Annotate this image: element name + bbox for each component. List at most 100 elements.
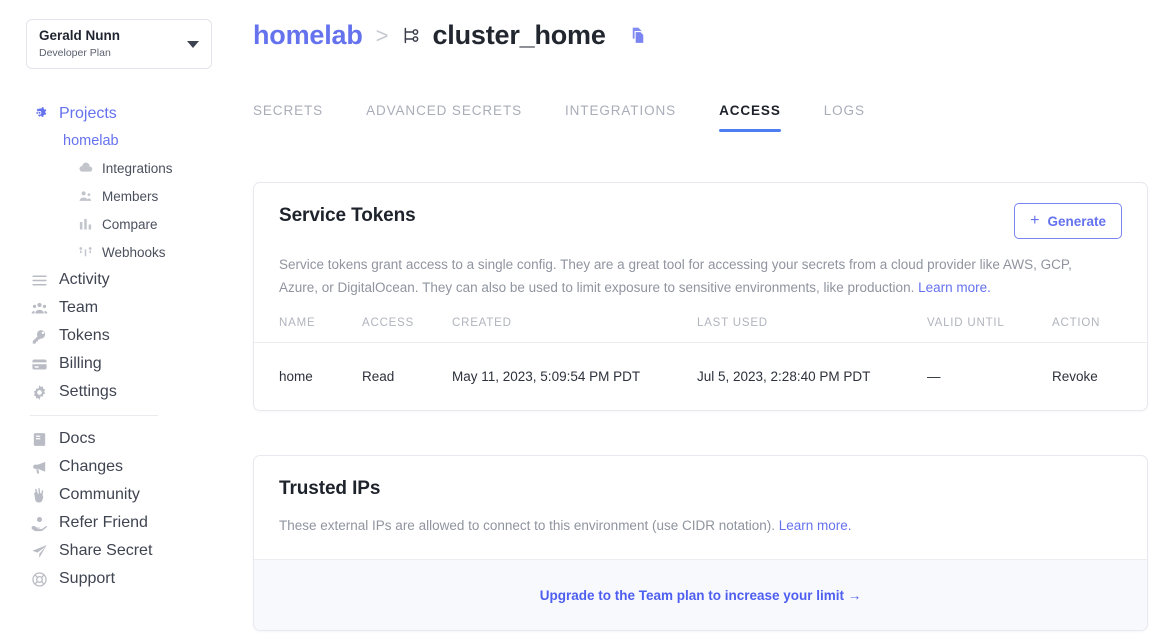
breadcrumb-project[interactable]: homelab [253, 20, 363, 51]
sidebar-item-compare[interactable]: Compare [0, 210, 240, 238]
trusted-ips-title: Trusted IPs [279, 478, 381, 499]
bar-chart-icon [78, 217, 93, 232]
sidebar-item-label: Refer Friend [59, 514, 148, 531]
table-head: NAME ACCESS CREATED LAST USED VALID UNTI… [254, 317, 1147, 344]
service-tokens-card: Service Tokens + Generate Service tokens… [253, 182, 1148, 412]
trusted-ips-description-text: These external IPs are allowed to connec… [279, 518, 775, 533]
breadcrumb-separator: > [375, 22, 389, 48]
tab-secrets[interactable]: SECRETS [253, 103, 323, 132]
sidebar-item-label: Share Secret [59, 542, 153, 559]
webhook-icon [78, 245, 93, 260]
sidebar-item-label: Activity [59, 271, 110, 288]
megaphone-icon [30, 458, 48, 476]
sidebar-item-changes[interactable]: Changes [0, 453, 240, 481]
gear-icon [30, 383, 48, 401]
sidebar-item-label: Integrations [102, 160, 173, 176]
sidebar-item-projects[interactable]: Projects [0, 100, 240, 128]
cell-valid-until: — [927, 369, 941, 385]
trusted-ips-description: These external IPs are allowed to connec… [254, 500, 1134, 537]
sidebar-item-label: Projects [59, 105, 117, 122]
sidebar-item-refer-friend[interactable]: Refer Friend [0, 509, 240, 537]
sidebar-item-label: Settings [59, 383, 117, 400]
sidebar-item-label: Docs [59, 430, 96, 447]
breadcrumb-config: cluster_home [432, 20, 606, 50]
paper-plane-icon [30, 542, 48, 560]
service-tokens-description: Service tokens grant access to a single … [254, 239, 1134, 299]
list-icon [30, 271, 48, 289]
tab-bar: SECRETS ADVANCED SECRETS INTEGRATIONS AC… [253, 103, 908, 132]
service-tokens-header: Service Tokens + Generate [254, 183, 1147, 239]
sidebar-item-docs[interactable]: Docs [0, 425, 240, 453]
sidebar-nav: Projects homelab Integrations Members Co… [0, 100, 240, 593]
revoke-token-link[interactable]: Revoke [1052, 343, 1147, 410]
sidebar-item-members[interactable]: Members [0, 182, 240, 210]
column-header-created: CREATED [452, 317, 697, 344]
hand-coin-icon [30, 514, 48, 532]
people-icon [78, 189, 93, 204]
sidebar-item-label: Billing [59, 355, 102, 372]
tab-integrations[interactable]: INTEGRATIONS [565, 103, 676, 132]
copy-icon[interactable] [628, 26, 647, 45]
sidebar-item-settings[interactable]: Settings [0, 378, 240, 406]
sidebar-item-share-secret[interactable]: Share Secret [0, 537, 240, 565]
main-content: homelab > cluster_home SECRETS ADVANCED … [240, 0, 1170, 641]
sidebar-current-project[interactable]: homelab [0, 128, 240, 154]
breadcrumb: homelab > cluster_home [253, 20, 647, 51]
account-text: Gerald Nunn Developer Plan [39, 28, 181, 61]
sidebar-item-tokens[interactable]: Tokens [0, 322, 240, 350]
sidebar-item-webhooks[interactable]: Webhooks [0, 238, 240, 266]
service-tokens-title: Service Tokens [279, 205, 416, 226]
sidebar-item-support[interactable]: Support [0, 565, 240, 593]
sidebar-item-label: Community [59, 486, 140, 503]
book-icon [30, 430, 48, 448]
trusted-ips-learn-more-link[interactable]: Learn more. [779, 518, 852, 533]
service-tokens-learn-more-link[interactable]: Learn more. [918, 280, 991, 295]
cell-access: Read [362, 369, 395, 385]
cloud-icon [78, 161, 93, 176]
generate-token-button[interactable]: + Generate [1014, 203, 1122, 239]
table-body: home Read May 11, 2023, 5:09:54 PM PDT J… [254, 343, 1147, 410]
column-header-action: ACTION [1052, 317, 1147, 344]
branch-icon [401, 25, 422, 46]
sidebar-item-label: Changes [59, 458, 124, 475]
plus-icon: + [1030, 212, 1040, 229]
sidebar-item-label: Webhooks [102, 244, 166, 260]
sidebar-item-label: Tokens [59, 327, 110, 344]
lifebuoy-icon [30, 570, 48, 588]
trusted-ips-footer: Upgrade to the Team plan to increase you… [254, 559, 1147, 631]
sidebar: Gerald Nunn Developer Plan Projects home… [0, 0, 240, 641]
team-icon [30, 299, 48, 317]
chevron-down-icon[interactable] [187, 40, 199, 48]
account-name: Gerald Nunn [39, 27, 121, 43]
sidebar-item-label: Team [59, 299, 99, 316]
table-header-row: NAME ACCESS CREATED LAST USED VALID UNTI… [254, 317, 1147, 344]
trusted-ips-card: Trusted IPs These external IPs are allow… [253, 455, 1148, 632]
sidebar-item-integrations[interactable]: Integrations [0, 154, 240, 182]
key-icon [30, 327, 48, 345]
tab-access[interactable]: ACCESS [719, 103, 781, 132]
tab-logs[interactable]: LOGS [824, 103, 865, 132]
sidebar-divider [30, 415, 158, 416]
sidebar-item-community[interactable]: Community [0, 481, 240, 509]
sidebar-item-label: Members [102, 188, 159, 204]
column-header-valid-until: VALID UNTIL [927, 317, 1052, 344]
sidebar-item-team[interactable]: Team [0, 294, 240, 322]
service-tokens-table: NAME ACCESS CREATED LAST USED VALID UNTI… [254, 317, 1147, 410]
cell-last-used: Jul 5, 2023, 2:28:40 PM PDT [697, 369, 871, 385]
tab-advanced-secrets[interactable]: ADVANCED SECRETS [366, 103, 522, 132]
account-plan: Developer Plan [39, 46, 111, 59]
credit-card-icon [30, 355, 48, 373]
table-row: home Read May 11, 2023, 5:09:54 PM PDT J… [254, 343, 1147, 410]
generate-token-label: Generate [1047, 213, 1106, 229]
account-switcher[interactable]: Gerald Nunn Developer Plan [26, 19, 212, 69]
cell-name: home [279, 369, 313, 385]
sidebar-item-billing[interactable]: Billing [0, 350, 240, 378]
upgrade-plan-link[interactable]: Upgrade to the Team plan to increase you… [540, 588, 862, 603]
column-header-last-used: LAST USED [697, 317, 927, 344]
sidebar-item-label: Compare [102, 216, 158, 232]
trusted-ips-header: Trusted IPs [254, 456, 1147, 500]
sidebar-item-activity[interactable]: Activity [0, 266, 240, 294]
sidebar-item-label: Support [59, 570, 116, 587]
column-header-access: ACCESS [362, 317, 452, 344]
peace-hand-icon [30, 486, 48, 504]
